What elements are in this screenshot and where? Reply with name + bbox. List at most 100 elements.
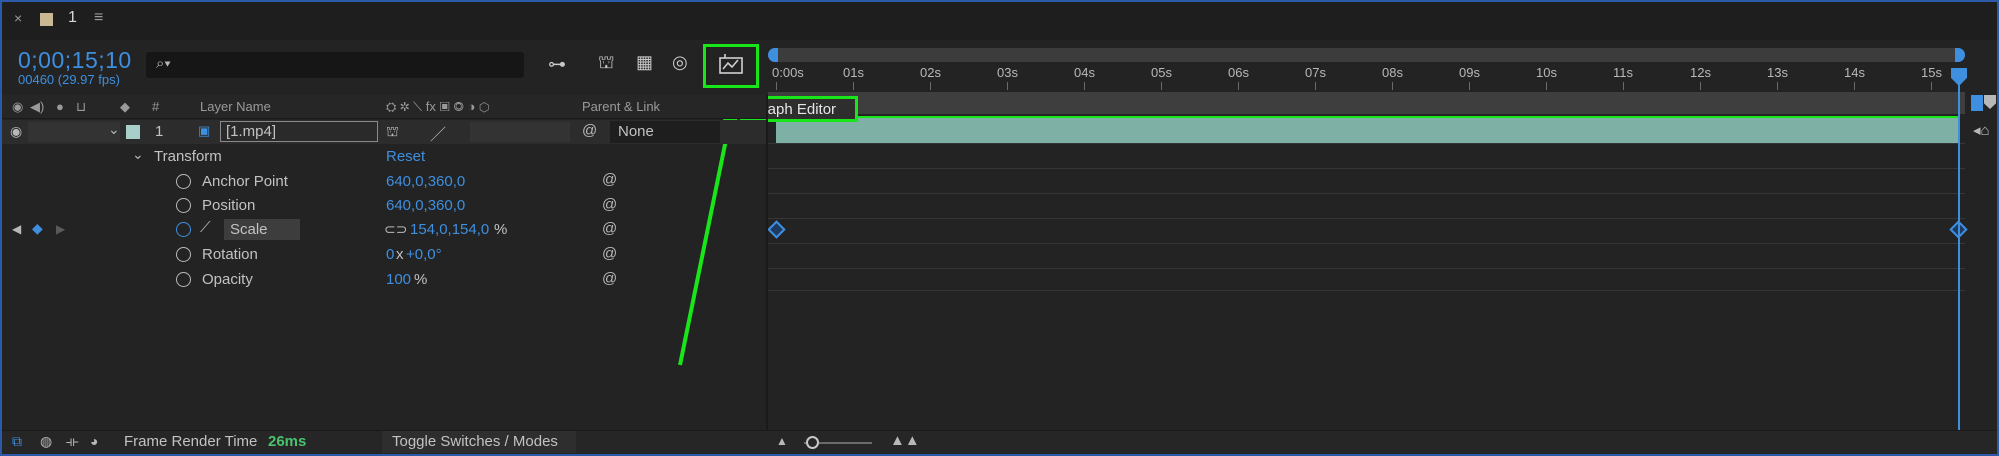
column-header-layer-name[interactable]: Layer Name [200, 99, 271, 114]
rotation-revolutions[interactable]: 0 [386, 246, 394, 263]
parent-dropdown-value: None [618, 123, 654, 140]
comp-marker-bin-icon[interactable] [1984, 95, 1996, 109]
scale-keyframe-start[interactable] [767, 220, 786, 239]
comp-tab-title[interactable]: 1 [68, 9, 77, 27]
layer-switch-cells [28, 122, 120, 142]
frame-render-time-label: Frame Render Time [124, 433, 258, 450]
render-toggle-icon[interactable]: ⧉ [12, 433, 22, 450]
current-time-display[interactable]: 0;00;15;10 [18, 47, 132, 74]
current-time-indicator[interactable] [1958, 68, 1960, 430]
video-toggle-icon[interactable]: ◉ [12, 99, 23, 115]
visibility-eye-icon[interactable]: ◉ [10, 123, 22, 140]
work-area-end-marker[interactable] [1971, 95, 1983, 111]
navigator-start-handle[interactable] [768, 48, 778, 62]
chevron-down-icon[interactable]: ⌄ [108, 121, 120, 138]
transform-group-label[interactable]: Transform [154, 148, 222, 165]
navigator-end-handle[interactable] [1955, 48, 1965, 62]
opacity-value[interactable]: 100 [386, 271, 411, 288]
scale-value[interactable]: 154,0,154,0 [410, 221, 489, 238]
position-label: Position [202, 197, 256, 214]
close-tab-icon[interactable]: × [14, 10, 22, 26]
layer-label-color[interactable] [126, 125, 140, 139]
next-keyframe-icon[interactable]: ▶ [56, 222, 65, 236]
timeline-row-divider [768, 218, 1965, 219]
pane-divider[interactable] [766, 95, 768, 430]
ruler-tick-mark [1315, 82, 1316, 90]
work-area-bar[interactable] [768, 92, 1965, 114]
stopwatch-active-icon[interactable] [176, 222, 191, 237]
in-out-icon[interactable]: ⟛ [66, 433, 79, 450]
zoom-out-icon[interactable]: ▲ [776, 434, 788, 448]
stopwatch-icon[interactable] [176, 272, 191, 287]
constrain-proportions-icon[interactable]: ⊂⊃ [384, 221, 407, 238]
panel-menu-icon[interactable]: ≡ [94, 9, 103, 27]
audio-toggle-icon[interactable]: ◀) [30, 99, 44, 115]
solo-toggle-icon[interactable]: ● [56, 99, 64, 114]
ruler-tick-mark [1084, 82, 1085, 90]
expression-pick-whip-icon[interactable]: @ [602, 270, 617, 287]
ruler-tick-mark [1469, 82, 1470, 90]
composition-flowchart-icon[interactable]: ⊶ [548, 54, 566, 75]
ruler-tick-mark [776, 82, 777, 90]
ruler-tick-label: 12s [1690, 65, 1711, 80]
position-value[interactable]: 640,0,360,0 [386, 197, 465, 214]
scale-unit: % [494, 221, 508, 238]
layer-name: [1.mp4] [226, 123, 277, 140]
ruler-tick-mark [1700, 82, 1701, 90]
zoom-slider-handle[interactable] [806, 436, 819, 449]
ruler-tick-label: 0:00s [772, 65, 804, 80]
ruler-tick-mark [1161, 82, 1162, 90]
time-ruler[interactable]: 0:00s 01s 02s 03s 04s 05s 06s 07s 08s 09s 10s 11s 12… [768, 62, 1965, 90]
search-input[interactable] [146, 52, 524, 78]
footage-icon: ▣ [198, 123, 211, 138]
stopwatch-icon[interactable] [176, 247, 191, 262]
prev-keyframe-icon[interactable]: ◀ [12, 222, 21, 236]
shy-layers-icon[interactable]: ⛫ [598, 52, 615, 76]
ruler-tick-label: 03s [997, 65, 1018, 80]
layer-duration-bar[interactable] [776, 118, 1959, 143]
transform-reset-link[interactable]: Reset [386, 148, 425, 165]
ruler-tick-mark [930, 82, 931, 90]
rotation-degrees[interactable]: +0,0° [406, 246, 442, 263]
ruler-tick-mark [1007, 82, 1008, 90]
ruler-tick-mark [1238, 82, 1239, 90]
comp-button-icon[interactable]: ◂⌂ [1973, 121, 1990, 139]
label-tag-icon[interactable]: ◆ [120, 99, 130, 115]
expression-pick-whip-icon[interactable]: @ [602, 196, 617, 213]
ruler-tick-mark [1546, 82, 1547, 90]
add-keyframe-icon[interactable]: ◆ [32, 220, 43, 237]
ruler-tick-label: 02s [920, 65, 941, 80]
shy-switch-icon[interactable]: ⛫ [386, 123, 399, 142]
expression-pick-whip-icon[interactable]: @ [602, 171, 617, 188]
toggle-switches-modes-label: Toggle Switches / Modes [392, 433, 558, 450]
column-header-row: ◉ ◀) ● ⊔ ◆ # Layer Name ⛭ ✲ ⟍ fx ▣ ◎ ◑ ⬡… [2, 95, 766, 119]
lock-toggle-icon[interactable]: ⊔ [76, 99, 86, 115]
column-header-parent-link[interactable]: Parent & Link [582, 99, 660, 114]
quality-switch-icon[interactable]: ／ [430, 121, 446, 145]
switches-header-icons[interactable]: ⛭ ✲ ⟍ fx ▣ ◎ ◑ ⬡ [386, 99, 489, 115]
timeline-row-divider [768, 143, 1965, 144]
expression-pick-whip-icon[interactable]: @ [602, 220, 617, 237]
layer-number: 1 [155, 123, 164, 140]
stopwatch-icon[interactable] [176, 198, 191, 213]
anchor-point-label: Anchor Point [202, 173, 288, 190]
motion-blur-icon[interactable]: ◎ [672, 52, 688, 73]
panel-tab-bar [2, 2, 1997, 40]
chevron-down-icon[interactable]: ⌄ [132, 146, 144, 163]
opacity-label: Opacity [202, 271, 253, 288]
pick-whip-icon[interactable]: @ [582, 122, 597, 139]
column-header-hash[interactable]: # [152, 99, 159, 114]
graph-property-icon[interactable]: ⟋ [200, 219, 211, 236]
time-navigator[interactable] [768, 48, 1965, 62]
stopwatch-icon[interactable] [176, 174, 191, 189]
ruler-tick-label: 14s [1844, 65, 1865, 80]
timeline-row-divider [768, 193, 1965, 194]
frame-blending-icon[interactable]: ▦ [636, 52, 653, 73]
ruler-tick-label: 05s [1151, 65, 1172, 80]
opacity-unit: % [414, 271, 428, 288]
anchor-point-value[interactable]: 640,0,360,0 [386, 173, 465, 190]
transfer-controls-icon[interactable]: ◍ [40, 433, 52, 450]
stretch-icon[interactable]: ◕ [90, 433, 98, 449]
expression-pick-whip-icon[interactable]: @ [602, 245, 617, 262]
zoom-in-icon[interactable]: ▲▲ [890, 432, 920, 449]
